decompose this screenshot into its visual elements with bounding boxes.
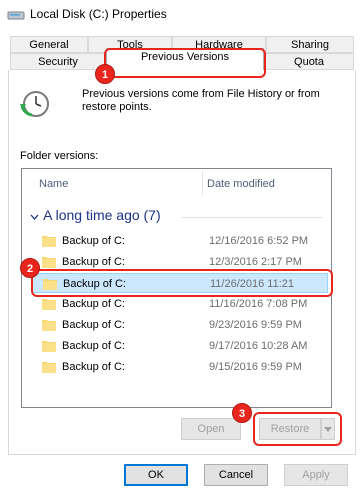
annotation-marker-3: 3 xyxy=(232,403,252,423)
row-date: 9/15/2016 9:59 PM xyxy=(209,361,302,373)
chevron-down-icon xyxy=(30,207,40,223)
tab-quota[interactable]: Quota xyxy=(264,53,354,70)
list-header: Name Date modified xyxy=(22,169,331,197)
folder-icon xyxy=(42,318,56,331)
annotation-highlight-row xyxy=(31,269,333,297)
folder-icon xyxy=(42,339,56,352)
group-label: A long time ago (7) xyxy=(43,207,161,223)
info-description: Previous versions come from File History… xyxy=(82,88,320,113)
row-name: Backup of C: xyxy=(62,361,125,373)
row-name: Backup of C: xyxy=(62,319,125,331)
tab-sharing[interactable]: Sharing xyxy=(266,36,354,53)
tab-general[interactable]: General xyxy=(10,36,88,53)
annotation-marker-2: 2 xyxy=(20,258,40,278)
title-bar: Local Disk (C:) Properties xyxy=(0,0,364,31)
annotation-highlight-restore xyxy=(253,412,342,446)
row-name: Backup of C: xyxy=(62,298,125,310)
list-item[interactable]: Backup of C: 12/16/2016 6:52 PM xyxy=(32,231,328,251)
row-name: Backup of C: xyxy=(62,340,125,352)
row-date: 9/23/2016 9:59 PM xyxy=(209,319,302,331)
list-item[interactable]: Backup of C: 9/17/2016 10:28 AM xyxy=(32,336,328,356)
apply-button[interactable]: Apply xyxy=(284,464,348,486)
restore-clock-icon xyxy=(20,91,49,117)
row-name: Backup of C: xyxy=(62,256,125,268)
list-item[interactable]: Backup of C: 9/23/2016 9:59 PM xyxy=(32,315,328,335)
row-date: 12/3/2016 2:17 PM xyxy=(209,256,302,268)
column-separator xyxy=(202,171,203,195)
folder-icon xyxy=(42,360,56,373)
cancel-button[interactable]: Cancel xyxy=(204,464,268,486)
folder-icon xyxy=(42,255,56,268)
folder-icon xyxy=(42,297,56,310)
annotation-highlight-tab xyxy=(104,48,266,78)
column-date-modified[interactable]: Date modified xyxy=(207,178,275,190)
annotation-marker-1: 1 xyxy=(95,64,115,84)
group-header[interactable]: A long time ago (7) xyxy=(30,207,161,223)
column-name[interactable]: Name xyxy=(39,178,68,190)
row-date: 9/17/2016 10:28 AM xyxy=(209,340,308,352)
group-divider xyxy=(182,217,322,218)
row-date: 12/16/2016 6:52 PM xyxy=(209,235,309,247)
row-date: 11/16/2016 7:08 PM xyxy=(209,298,308,310)
folder-icon xyxy=(42,234,56,247)
list-item[interactable]: Backup of C: 9/15/2016 9:59 PM xyxy=(32,357,328,377)
drive-icon xyxy=(7,11,25,20)
list-item[interactable]: Backup of C: 11/16/2016 7:08 PM xyxy=(32,294,328,314)
folder-versions-label: Folder versions: xyxy=(20,150,99,162)
row-name: Backup of C: xyxy=(62,235,125,247)
ok-button[interactable]: OK xyxy=(124,464,188,486)
window-title: Local Disk (C:) Properties xyxy=(30,7,167,21)
tab-security[interactable]: Security xyxy=(10,53,106,70)
open-button[interactable]: Open xyxy=(181,418,241,440)
